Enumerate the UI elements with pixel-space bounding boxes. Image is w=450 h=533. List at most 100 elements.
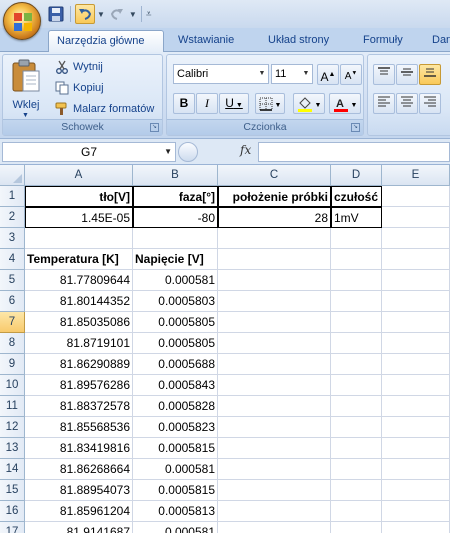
cell-c13[interactable] [218,438,331,459]
cell-c10[interactable] [218,375,331,396]
cell-a15[interactable]: 81.88954073 [25,480,133,501]
cell-a14[interactable]: 81.86268664 [25,459,133,480]
font-name-dropdown-icon[interactable]: ▼ [256,65,268,83]
cell-e3[interactable] [382,228,450,249]
cell-c11[interactable] [218,396,331,417]
cell-b13[interactable]: 0.0005815 [133,438,218,459]
row-header-15[interactable]: 15 [0,480,25,501]
cell-c1[interactable]: położenie próbki [218,186,331,207]
font-size-combo[interactable]: 11 ▼ [271,64,313,84]
cell-a2[interactable]: 1.45E-05 [25,207,133,228]
cell-e11[interactable] [382,396,450,417]
tab-page-layout[interactable]: Układ strony [260,30,337,53]
cell-a8[interactable]: 81.8719101 [25,333,133,354]
cell-c8[interactable] [218,333,331,354]
cell-c7[interactable] [218,312,331,333]
cell-d12[interactable] [331,417,382,438]
cell-e9[interactable] [382,354,450,375]
cell-e2[interactable] [382,207,450,228]
row-header-4[interactable]: 4 [0,249,25,270]
cut-button[interactable]: Wytnij [55,58,103,76]
cell-c5[interactable] [218,270,331,291]
row-header-16[interactable]: 16 [0,501,25,522]
cell-d10[interactable] [331,375,382,396]
shrink-font-button[interactable]: A▼ [340,64,362,85]
cell-a5[interactable]: 81.77809644 [25,270,133,291]
cell-e14[interactable] [382,459,450,480]
cell-a1[interactable]: tło[V] [25,186,133,207]
cell-b2[interactable]: -80 [133,207,218,228]
cell-e7[interactable] [382,312,450,333]
cell-a17[interactable]: 81.9141687 [25,522,133,533]
cell-d17[interactable] [331,522,382,533]
cell-a12[interactable]: 81.85568536 [25,417,133,438]
cell-b7[interactable]: 0.0005805 [133,312,218,333]
redo-icon[interactable] [107,4,127,24]
undo-icon[interactable] [75,4,95,24]
cell-a3[interactable] [25,228,133,249]
row-header-11[interactable]: 11 [0,396,25,417]
cell-e1[interactable] [382,186,450,207]
formula-input[interactable] [258,142,450,162]
cell-e17[interactable] [382,522,450,533]
cell-b8[interactable]: 0.0005805 [133,333,218,354]
undo-dropdown-icon[interactable]: ▼ [97,10,105,19]
column-header-b[interactable]: B [133,165,218,186]
insert-function-icon[interactable]: fx [240,143,251,157]
customize-qat-icon[interactable]: ⩡ [146,9,152,20]
font-size-dropdown-icon[interactable]: ▼ [300,65,312,83]
cell-c2[interactable]: 28 [218,207,331,228]
cell-b1[interactable]: faza[°] [133,186,218,207]
cell-a4[interactable]: Temperatura [K] [25,249,133,270]
align-left-button[interactable] [373,93,395,114]
cell-e10[interactable] [382,375,450,396]
row-header-13[interactable]: 13 [0,438,25,459]
cell-d6[interactable] [331,291,382,312]
redo-dropdown-icon[interactable]: ▼ [129,10,137,19]
cell-a13[interactable]: 81.83419816 [25,438,133,459]
cell-b4[interactable]: Napięcie [V] [133,249,218,270]
cell-d14[interactable] [331,459,382,480]
name-box[interactable]: G7 ▼ [2,142,176,162]
column-header-a[interactable]: A [25,165,133,186]
cell-a10[interactable]: 81.89576286 [25,375,133,396]
cell-d9[interactable] [331,354,382,375]
cell-e8[interactable] [382,333,450,354]
tab-data[interactable]: Dan [424,30,450,53]
bottom-align-button[interactable] [419,64,441,85]
row-header-2[interactable]: 2 [0,207,25,228]
cell-a6[interactable]: 81.80144352 [25,291,133,312]
cell-d5[interactable] [331,270,382,291]
cell-d1[interactable]: czułość [331,186,382,207]
cell-c12[interactable] [218,417,331,438]
cell-c4[interactable] [218,249,331,270]
column-header-e[interactable]: E [382,165,450,186]
cell-c17[interactable] [218,522,331,533]
cell-a16[interactable]: 81.85961204 [25,501,133,522]
middle-align-button[interactable] [396,64,418,85]
cell-b16[interactable]: 0.0005813 [133,501,218,522]
underline-button[interactable]: U ▼ [219,93,249,114]
clipboard-launcher-icon[interactable]: ↘ [150,123,159,132]
cell-c9[interactable] [218,354,331,375]
cell-c15[interactable] [218,480,331,501]
cell-d3[interactable] [331,228,382,249]
cell-d4[interactable] [331,249,382,270]
tab-formulas[interactable]: Formuły [355,30,411,53]
borders-button[interactable]: ▼ [255,93,285,114]
cell-c14[interactable] [218,459,331,480]
cell-a9[interactable]: 81.86290889 [25,354,133,375]
row-header-3[interactable]: 3 [0,228,25,249]
cell-c3[interactable] [218,228,331,249]
row-header-9[interactable]: 9 [0,354,25,375]
cell-b10[interactable]: 0.0005843 [133,375,218,396]
row-header-7[interactable]: 7 [0,312,25,333]
cell-b14[interactable]: 0.000581 [133,459,218,480]
align-center-button[interactable] [396,93,418,114]
name-box-dropdown-icon[interactable]: ▼ [164,143,172,161]
paste-button[interactable]: Wklej ▼ [7,59,45,119]
format-painter-button[interactable]: Malarz formatów [55,100,154,118]
cell-b3[interactable] [133,228,218,249]
bold-button[interactable]: B [173,93,195,114]
cell-a7[interactable]: 81.85035086 [25,312,133,333]
